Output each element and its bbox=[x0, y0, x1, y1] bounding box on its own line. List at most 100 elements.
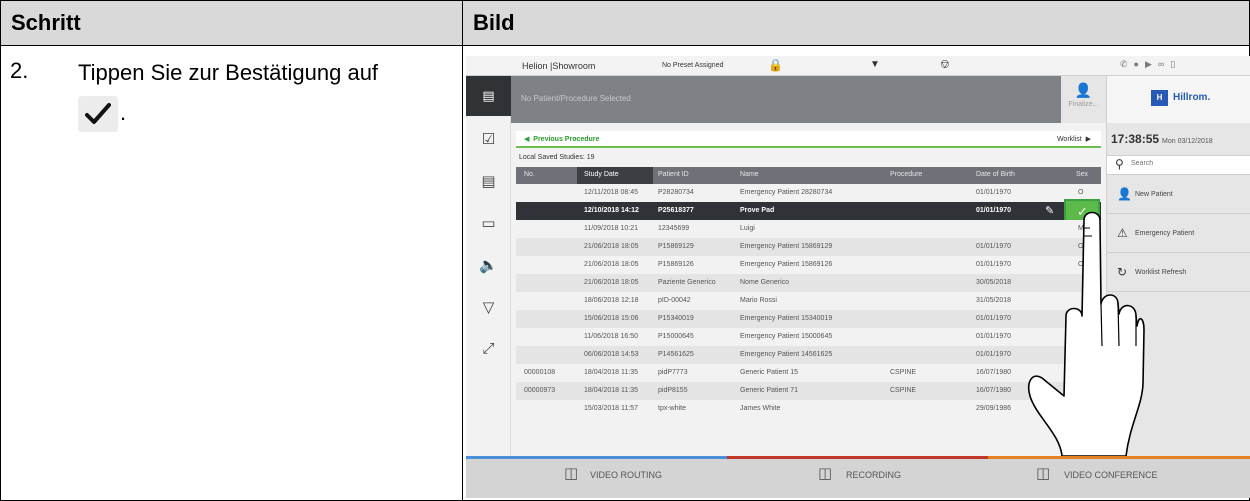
cell-patient-id: tpx-white bbox=[658, 405, 687, 412]
share-icon[interactable]: ⎊ bbox=[940, 57, 950, 72]
procedure-bar: ◀ Previous Procedure Worklist ▶ bbox=[516, 131, 1101, 148]
speaker-icon[interactable]: 🔈 bbox=[466, 256, 511, 274]
app-screenshot: Helion |Showroom No Preset Assigned 🔒 ▼ … bbox=[466, 56, 1250, 498]
video-conference-icon: ◫ bbox=[1036, 465, 1051, 482]
cell-procedure: CSPINE bbox=[890, 387, 917, 394]
col-study-date[interactable]: Study Date bbox=[584, 171, 619, 178]
bottom-bar: ◫ VIDEO ROUTING ◫ RECORDING ◫ VIDEO CONF… bbox=[466, 456, 1250, 498]
cell-study-date: 15/03/2018 11:57 bbox=[584, 405, 638, 412]
cell-study-date: 21/06/2018 18:05 bbox=[584, 279, 639, 286]
brand-name: Hillrom. bbox=[1173, 92, 1211, 103]
cell-dob: 31/05/2018 bbox=[976, 297, 1012, 304]
patient-bar: No Patient/Procedure Selected bbox=[511, 76, 1106, 123]
video-conference-button[interactable]: VIDEO CONFERENCE bbox=[1064, 470, 1158, 480]
cell-name: Emergency Patient 28280734 bbox=[740, 189, 833, 196]
col-dob[interactable]: Date of Birth bbox=[976, 171, 1015, 178]
worklist-button[interactable]: Worklist ▶ bbox=[1057, 135, 1091, 143]
patient-card-icon[interactable]: ▤ bbox=[466, 76, 511, 116]
cell-dob: 01/01/1970 bbox=[976, 261, 1012, 268]
col-no[interactable]: No. bbox=[524, 171, 535, 178]
previous-procedure-button[interactable]: ◀ Previous Procedure bbox=[524, 135, 599, 143]
video-routing-button[interactable]: VIDEO ROUTING bbox=[590, 470, 662, 480]
cell-name: Emergency Patient 15340019 bbox=[740, 315, 833, 322]
cell-sex: O bbox=[1078, 189, 1084, 196]
local-saved-count: Local Saved Studies: 19 bbox=[519, 154, 595, 161]
pointing-hand-icon bbox=[1027, 211, 1145, 456]
add-user-icon: 👤 bbox=[1117, 187, 1132, 201]
video-routing-icon: ◫ bbox=[564, 465, 579, 482]
table-row[interactable]: 06/06/2018 14:53 P14561625 Emergency Patie… bbox=[516, 346, 1101, 364]
checklist-icon[interactable]: ☑ bbox=[466, 130, 511, 148]
table-row-selected[interactable]: 12/10/2018 14:12 P25618377 Prove Pad 01/01/… bbox=[516, 199, 1101, 223]
clock: 17:38:55 Mon 03/12/2018 bbox=[1111, 132, 1213, 146]
cell-name: James White bbox=[740, 405, 781, 412]
step-text: Tippen Sie zur Bestätigung auf bbox=[78, 60, 379, 85]
cell-patient-id: P15869129 bbox=[658, 243, 694, 250]
app-title: Helion |Showroom bbox=[522, 61, 596, 71]
camera-move-icon[interactable]: ⤢ bbox=[466, 340, 511, 357]
finalize-button[interactable]: 👤 Finalize... bbox=[1061, 76, 1106, 123]
previous-procedure-label: Previous Procedure bbox=[533, 136, 600, 143]
preset-label[interactable]: No Preset Assigned bbox=[662, 62, 723, 69]
left-nav: ▤ ☑ ▤ ▭ 🔈 ▽ ⤢ bbox=[466, 76, 511, 456]
cell-procedure: CSPINE bbox=[890, 369, 917, 376]
table-header-row: Schritt Bild bbox=[0, 0, 1250, 46]
table-row[interactable]: 21/06/2018 18:05 P15869126 Emergency Patie… bbox=[516, 256, 1101, 274]
monitor-icon[interactable]: ▭ bbox=[466, 214, 511, 232]
lock-icon[interactable]: 🔒 bbox=[768, 58, 783, 72]
column-divider bbox=[462, 0, 463, 501]
table-row[interactable]: 21/06/2018 18:05 Paziente Generico Nome Ge… bbox=[516, 274, 1101, 292]
cell-study-date: 11/09/2018 10:21 bbox=[584, 225, 638, 232]
table-row[interactable]: 18/06/2018 12:18 pID-00042 Mario Rossi 31/0… bbox=[516, 292, 1101, 310]
cell-patient-id: P15869126 bbox=[658, 261, 694, 268]
col-sex[interactable]: Sex bbox=[1076, 171, 1088, 178]
recording-button[interactable]: RECORDING bbox=[846, 470, 901, 480]
cell-no: 00000108 bbox=[524, 369, 556, 376]
dropdown-caret-icon[interactable]: ▼ bbox=[870, 59, 880, 70]
cell-patient-id: pidP7773 bbox=[658, 369, 688, 376]
col-procedure[interactable]: Procedure bbox=[890, 171, 922, 178]
table-row[interactable]: 11/09/2018 10:21 12345699 Luigi M bbox=[516, 220, 1101, 238]
cell-study-date: 15/06/2018 15:06 bbox=[584, 315, 639, 322]
col-patient-id[interactable]: Patient ID bbox=[658, 171, 689, 178]
cell-study-date: 21/06/2018 18:05 bbox=[584, 243, 639, 250]
cell-dob: 16/07/1980 bbox=[976, 369, 1012, 376]
header-step: Schritt bbox=[11, 10, 81, 35]
table-row[interactable]: 12/11/2018 08:45 P28280734 Emergency Patie… bbox=[516, 184, 1101, 202]
table-row[interactable]: 21/06/2018 18:05 P15869129 Emergency Patie… bbox=[516, 238, 1101, 256]
cell-no: 00000973 bbox=[524, 387, 556, 394]
checkmark-icon bbox=[78, 96, 118, 132]
stack-icon[interactable]: ▤ bbox=[466, 172, 511, 190]
table-row[interactable]: 00000108 18/04/2018 11:35 pidP7773 Generic … bbox=[516, 364, 1101, 382]
step-number: 2. bbox=[10, 58, 29, 83]
table-row[interactable]: 15/03/2018 11:57 tpx-white James White 29/0… bbox=[516, 400, 1101, 418]
cell-patient-id: P28280734 bbox=[658, 189, 694, 196]
table-header: No. Study Date Patient ID Name Procedure… bbox=[516, 167, 1101, 184]
cell-patient-id: Paziente Generico bbox=[658, 279, 716, 286]
cell-patient-id: P25618377 bbox=[658, 207, 694, 214]
cell-patient-id: P14561625 bbox=[658, 351, 694, 358]
cell-study-date: 11/06/2018 16:50 bbox=[584, 333, 638, 340]
cell-study-date: 12/11/2018 08:45 bbox=[584, 189, 638, 196]
clock-time: 17:38:55 bbox=[1111, 132, 1160, 146]
worklist-label: Worklist bbox=[1056, 136, 1082, 143]
cell-study-date: 12/10/2018 14:12 bbox=[584, 207, 639, 214]
table-row[interactable]: 11/06/2018 16:50 P15000645 Emergency Patie… bbox=[516, 328, 1101, 346]
clock-date: Mon 03/12/2018 bbox=[1162, 138, 1213, 145]
cell-dob: 01/01/1970 bbox=[976, 333, 1012, 340]
cell-patient-id: pidP8155 bbox=[658, 387, 688, 394]
col-name[interactable]: Name bbox=[740, 171, 759, 178]
cell-name: Generic Patient 15 bbox=[740, 369, 798, 376]
conference-strip bbox=[988, 456, 1250, 459]
cell-study-date: 21/06/2018 18:05 bbox=[584, 261, 639, 268]
search-input[interactable] bbox=[1131, 160, 1241, 167]
table-row[interactable]: 00000973 18/04/2018 11:35 pidP8155 Generic … bbox=[516, 382, 1101, 400]
cell-dob: 01/01/1970 bbox=[976, 189, 1012, 196]
status-icons: ✆●▶∞▯ bbox=[1120, 59, 1182, 69]
cell-study-date: 18/04/2018 11:35 bbox=[584, 387, 638, 394]
cell-dob: 01/01/1970 bbox=[976, 243, 1012, 250]
light-icon[interactable]: ▽ bbox=[466, 298, 511, 316]
table-row[interactable]: 15/06/2018 15:06 P15340019 Emergency Patie… bbox=[516, 310, 1101, 328]
finalize-icon: 👤 bbox=[1074, 82, 1093, 98]
finalize-label: Finalize... bbox=[1068, 101, 1099, 108]
